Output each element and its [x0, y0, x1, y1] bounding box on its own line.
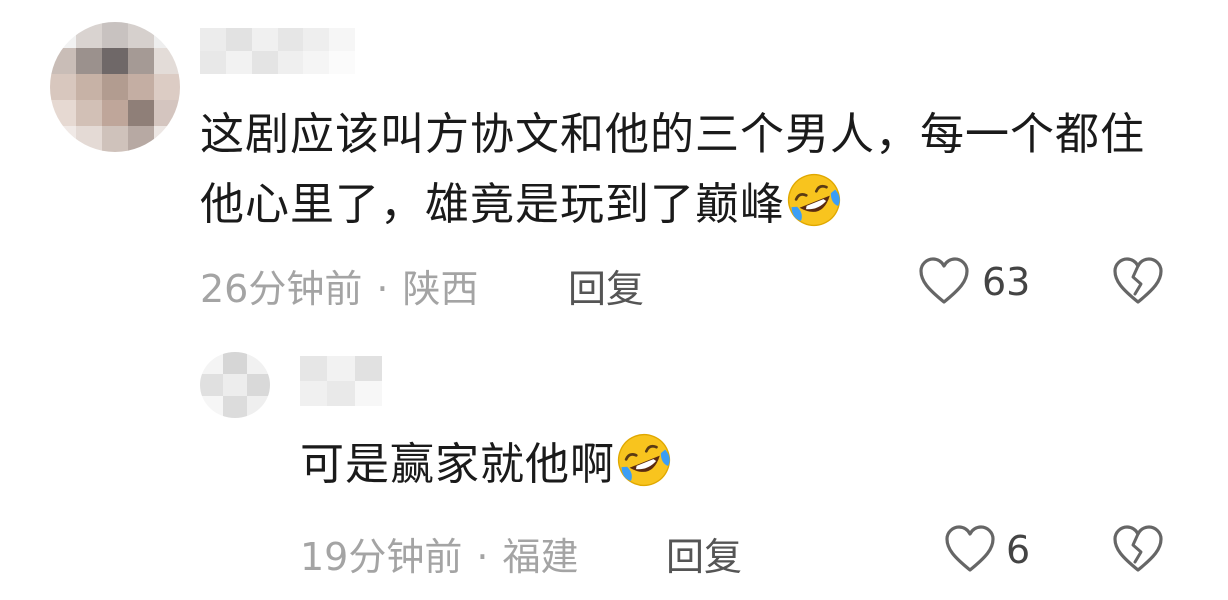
comment-meta: 26分钟前 · 陕西 — [200, 258, 478, 313]
reply-time: 19分钟前 — [300, 535, 463, 579]
reply-username-blurred[interactable] — [300, 356, 382, 406]
meta-separator: · — [376, 267, 389, 311]
heart-outline-icon[interactable] — [918, 257, 970, 307]
reply-body: 可是赢家就他啊 — [300, 439, 615, 490]
reply-avatar[interactable] — [200, 352, 270, 418]
reply-meta: 19分钟前 · 福建 — [300, 526, 578, 581]
comment-thread: 这剧应该叫方协文和他的三个男人，每一个都住他心里了，雄竟是玩到了巅峰 26分钟前… — [0, 0, 1228, 600]
comment-location: 陕西 — [402, 267, 479, 311]
reply-like-count: 6 — [1006, 528, 1031, 572]
comment-time: 26分钟前 — [200, 267, 363, 311]
heart-outline-icon[interactable] — [944, 525, 996, 575]
reply-reply-button[interactable]: 回复 — [666, 526, 742, 581]
reply-location: 福建 — [502, 535, 579, 579]
username-blurred[interactable] — [200, 28, 355, 74]
reply-text: 可是赢家就他啊 — [300, 430, 1000, 500]
comment-body: 这剧应该叫方协文和他的三个男人，每一个都住他心里了，雄竟是玩到了巅峰 — [200, 109, 1145, 230]
rofl-emoji — [787, 173, 841, 227]
meta-separator: · — [476, 535, 489, 579]
reply-button[interactable]: 回复 — [568, 258, 644, 313]
broken-heart-icon[interactable] — [1112, 257, 1164, 307]
like-count: 63 — [982, 260, 1031, 304]
broken-heart-icon[interactable] — [1112, 525, 1164, 575]
avatar[interactable] — [50, 22, 180, 152]
rofl-emoji — [617, 433, 671, 487]
comment-text: 这剧应该叫方协文和他的三个男人，每一个都住他心里了，雄竟是玩到了巅峰 — [200, 100, 1160, 240]
